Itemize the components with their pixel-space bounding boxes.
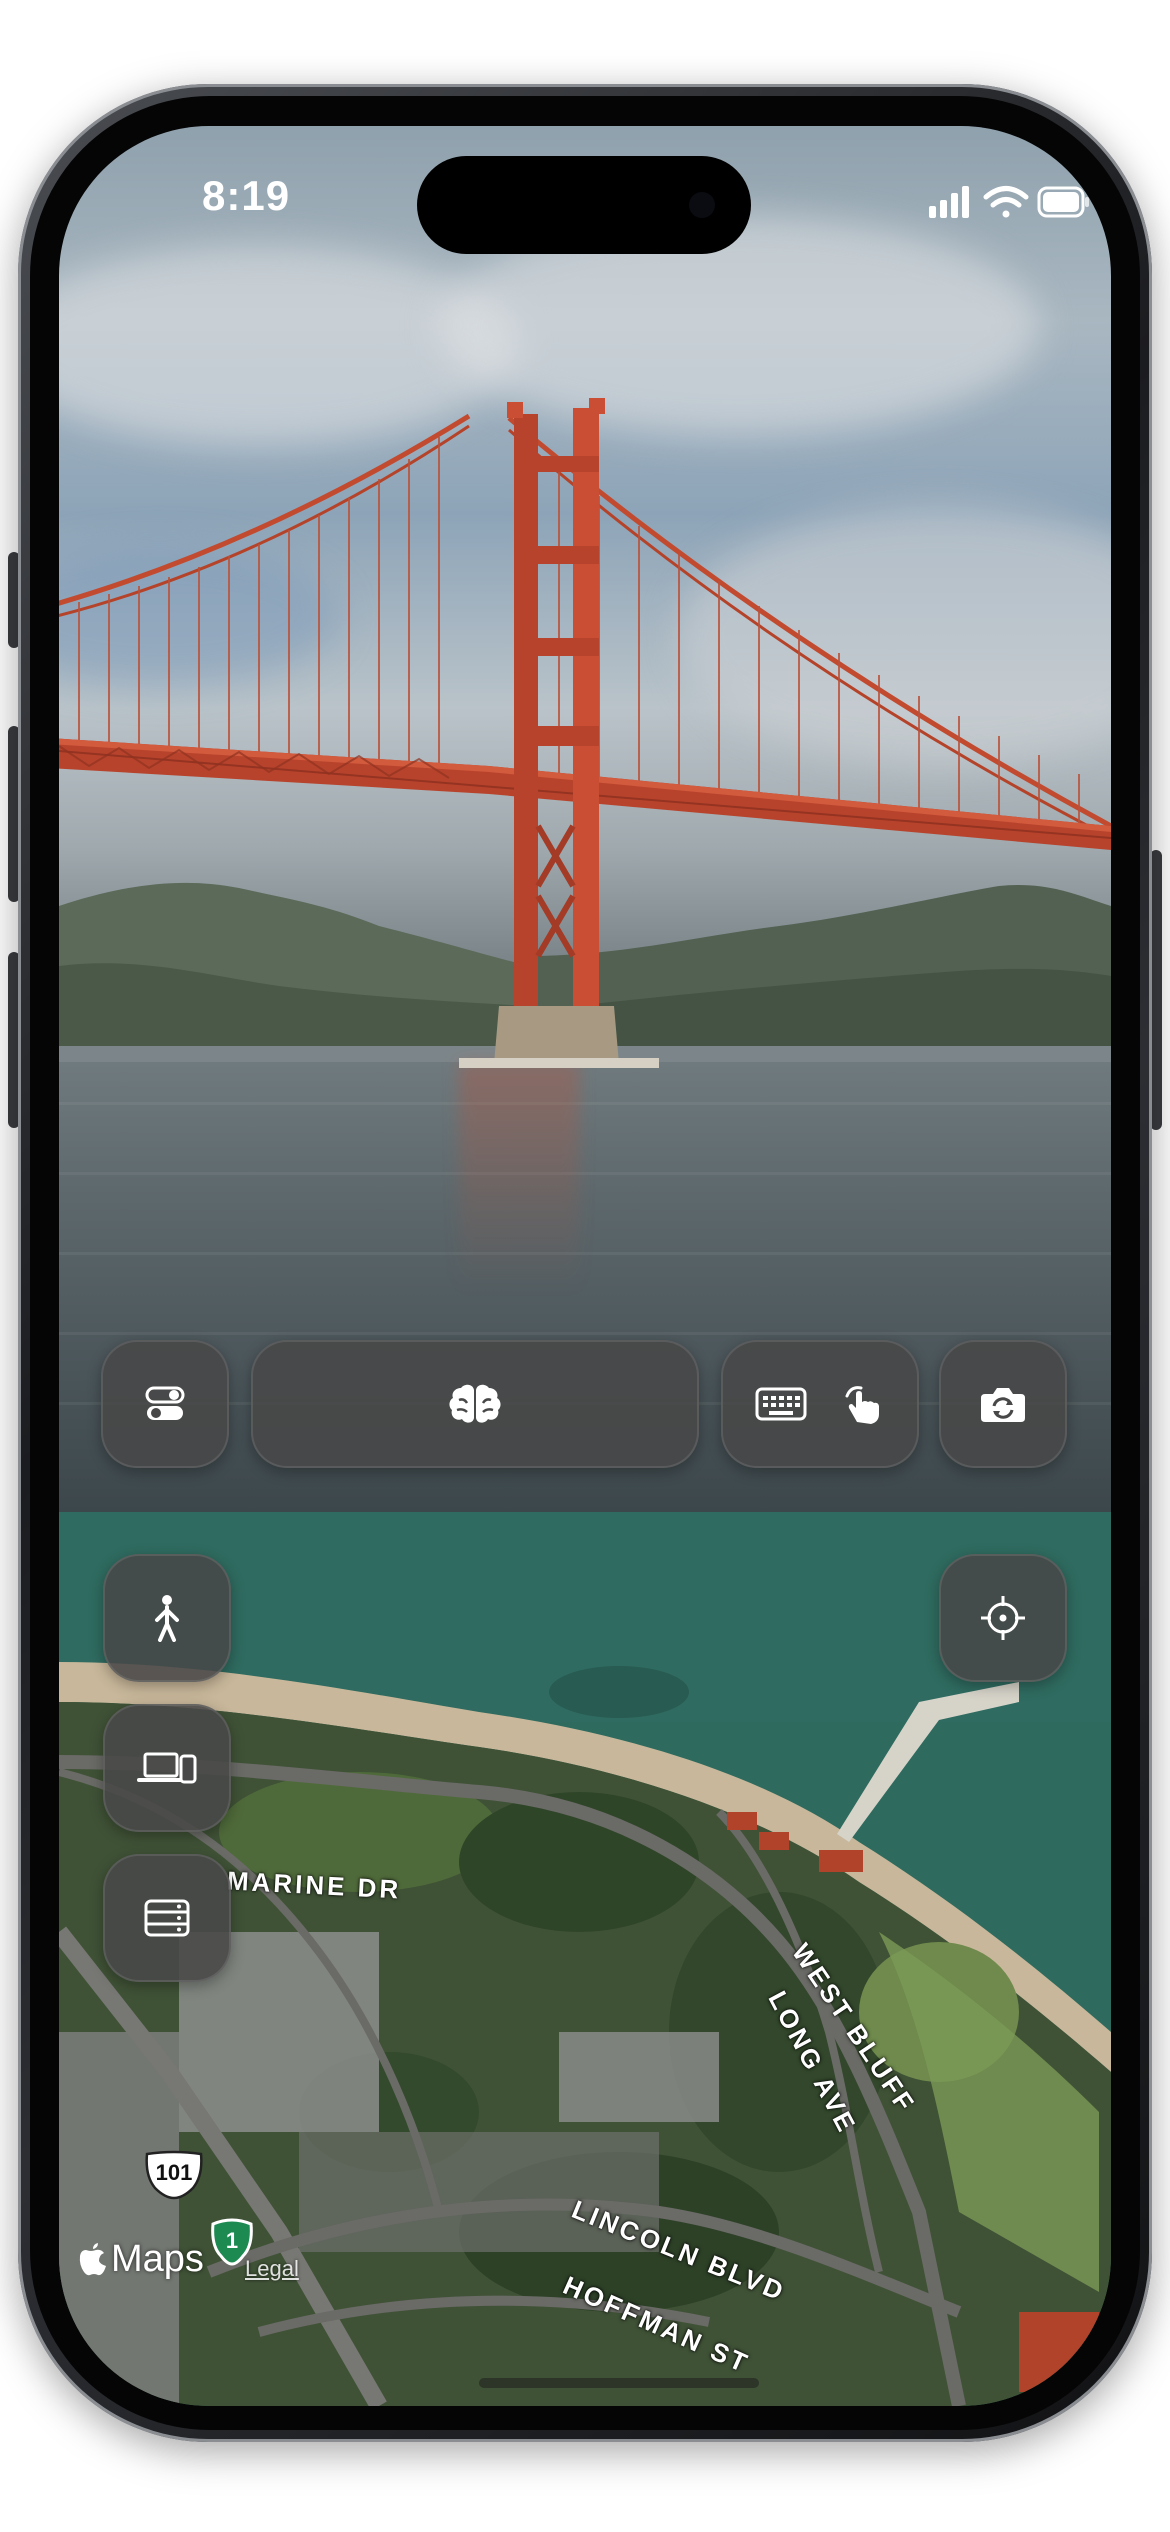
server-stack-icon xyxy=(144,1899,190,1937)
us-101-label: 101 xyxy=(155,2160,193,2185)
camera-rotate-icon xyxy=(981,1388,1025,1422)
keyboard-icon xyxy=(755,1387,807,1421)
brain-button[interactable] xyxy=(251,1340,699,1468)
brain-icon xyxy=(449,1384,501,1423)
toggles-button[interactable] xyxy=(101,1340,229,1468)
cellular-signal-icon xyxy=(929,186,969,218)
locate-button[interactable] xyxy=(939,1554,1067,1682)
us-101-shield: 101 xyxy=(143,2150,205,2200)
status-time: 8:19 xyxy=(202,172,291,219)
input-mode-button[interactable] xyxy=(721,1340,919,1468)
person-walking-icon xyxy=(155,1595,179,1642)
camera-view[interactable]: 8:19 xyxy=(59,126,1111,1512)
apple-maps-logo: Maps xyxy=(79,2238,204,2281)
storage-button[interactable] xyxy=(103,1854,231,1982)
dynamic-island xyxy=(417,156,751,254)
legal-link[interactable]: Legal xyxy=(245,2256,299,2282)
wifi-icon xyxy=(983,186,1029,218)
toggle-switches-icon xyxy=(145,1386,185,1420)
battery-icon xyxy=(1037,186,1089,218)
maps-wordmark: Maps xyxy=(111,2238,204,2280)
devices-button[interactable] xyxy=(103,1704,231,1832)
flip-camera-button[interactable] xyxy=(939,1340,1067,1468)
map-view[interactable]: MARINE DR WEST BLUFF LONG AVE LINCOLN BL… xyxy=(59,1512,1111,2406)
home-indicator[interactable] xyxy=(479,2378,759,2388)
crosshair-icon xyxy=(981,1596,1025,1640)
status-icons xyxy=(929,186,1089,218)
walk-mode-button[interactable] xyxy=(103,1554,231,1682)
golden-gate-bridge xyxy=(59,398,1111,1068)
phone-screen: 8:19 MARINE DR WEST BLUFF LONG AVE LINCO… xyxy=(59,126,1111,2406)
apple-logo-icon xyxy=(79,2242,106,2275)
ca-1-label: 1 xyxy=(225,2228,239,2253)
tap-gesture-icon xyxy=(845,1386,879,1424)
laptop-phone-icon xyxy=(137,1752,197,1784)
